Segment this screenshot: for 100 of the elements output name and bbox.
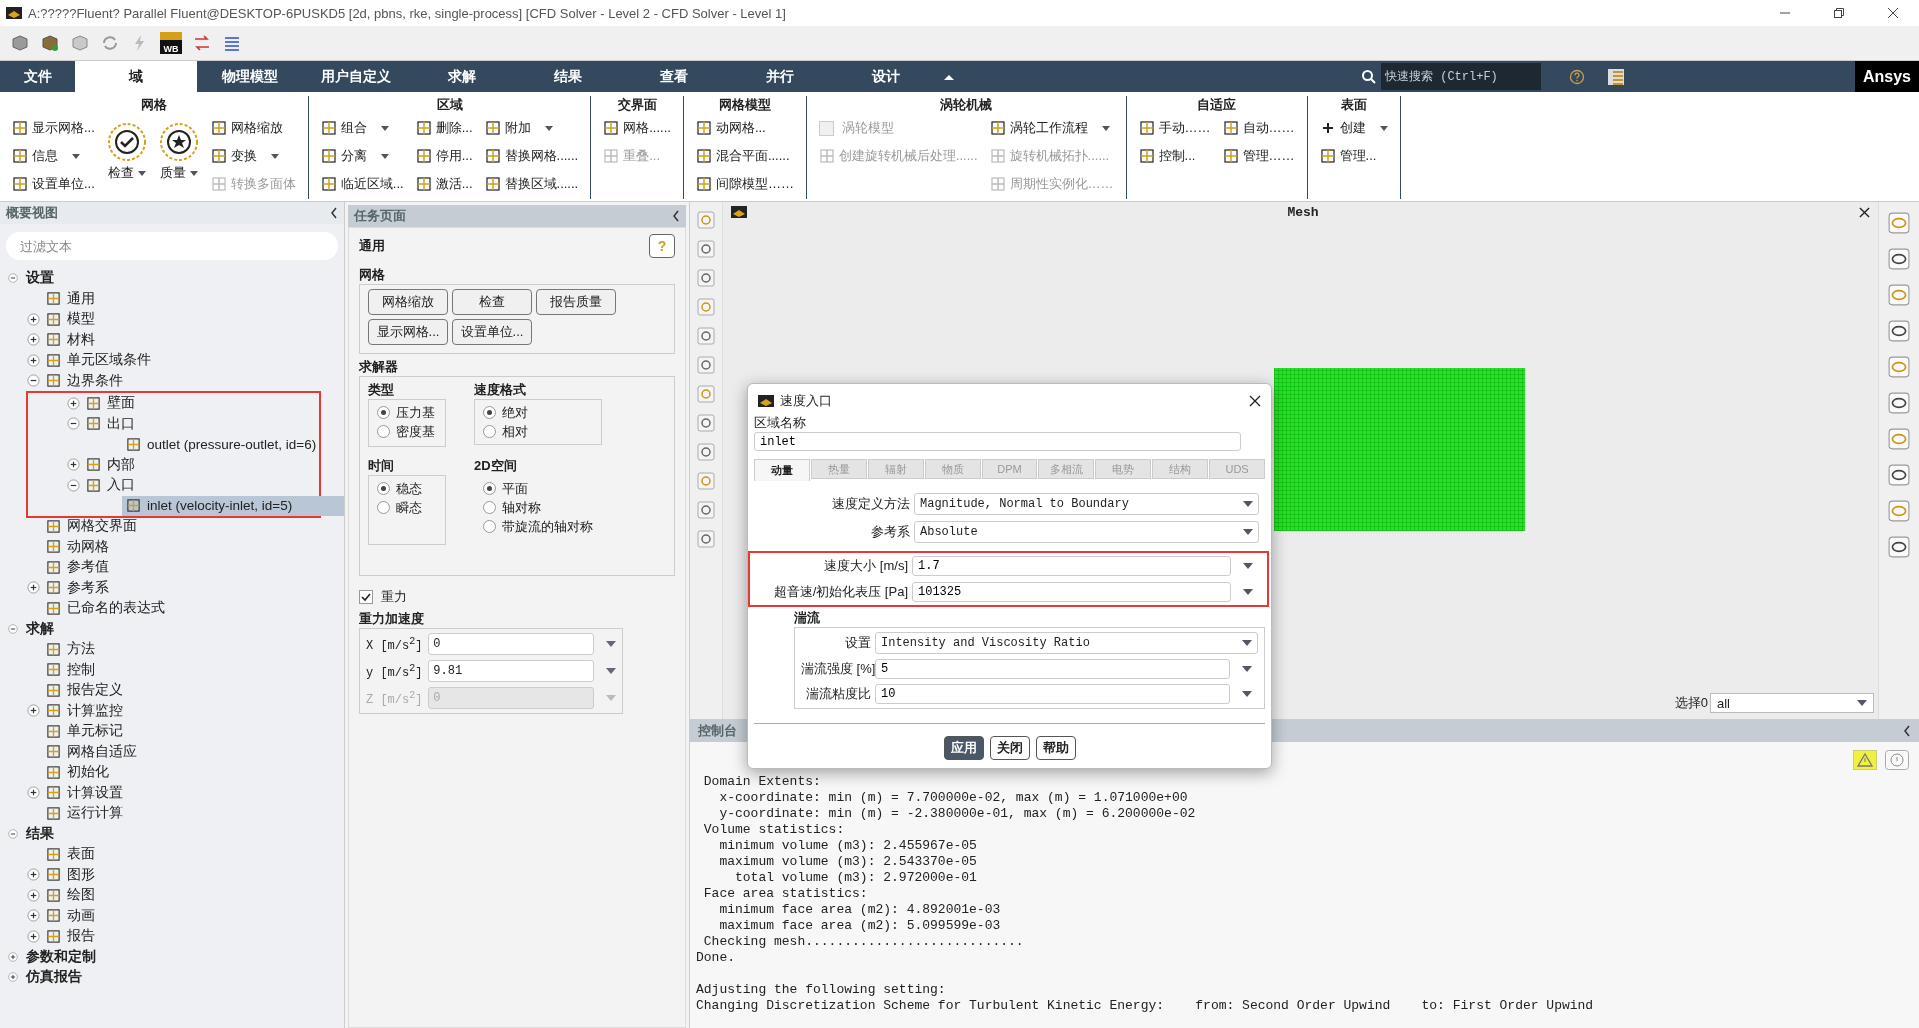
expand-icon[interactable] [26,333,40,347]
ribbon-button[interactable]: 替换网格...... [482,142,581,170]
tree-item[interactable]: 出口 [82,413,139,434]
menu-tab[interactable]: 域 [75,61,197,92]
tree-item[interactable]: 壁面 [82,393,139,414]
expand-icon[interactable] [26,786,40,800]
ribbon-button[interactable]: 替换区域...... [482,170,581,198]
menu-tab[interactable]: 查看 [621,61,727,92]
radio-button[interactable] [483,501,496,514]
number-field[interactable]: 10 [875,684,1230,704]
help-icon[interactable] [1569,68,1585,85]
expand-icon[interactable] [26,353,40,367]
tree-item[interactable]: outlet (pressure-outlet, id=6) [122,434,321,455]
tree-item[interactable]: 方法 [42,639,99,660]
ribbon-button[interactable]: 混合平面...... [693,142,796,170]
task-button[interactable]: 设置单位... [452,319,532,345]
expand-icon[interactable] [26,868,40,882]
dialog-button[interactable]: 帮助 [1035,736,1076,760]
number-field[interactable]: 1.7 [912,556,1231,576]
ribbon-button[interactable]: 手动…… [1136,114,1213,142]
tree-item[interactable]: 网格交界面 [42,516,141,537]
dropdown-arrow-icon[interactable] [606,668,616,674]
ribbon-button[interactable]: 涡轮工作流程 [987,114,1116,142]
tree-item[interactable]: 计算设置 [42,782,127,803]
view-tool-icon[interactable] [696,268,716,288]
number-field[interactable]: 9.81 [428,660,594,682]
expand-icon[interactable] [26,312,40,326]
dropdown-arrow-icon[interactable] [1243,589,1253,595]
workbench-logo[interactable]: WB [160,32,182,54]
radio-button[interactable] [483,406,496,419]
tree-item[interactable]: 图形 [42,864,99,885]
menu-tab[interactable]: 并行 [727,61,833,92]
expand-icon[interactable] [26,888,40,902]
tree-item[interactable]: 仿真报告 [22,967,86,988]
chevron-left-icon[interactable] [672,210,680,222]
tree-item[interactable]: 报告定义 [42,680,127,701]
number-field[interactable]: 0 [428,633,594,655]
menu-tab[interactable]: 求解 [409,61,515,92]
tree-item[interactable]: 内部 [82,454,139,475]
radio-button[interactable] [377,501,390,514]
tree-item[interactable]: 结果 [22,823,58,844]
cube-icon[interactable] [70,33,90,53]
menu-tab[interactable]: 结果 [515,61,621,92]
tree-item[interactable]: 参考值 [42,557,113,578]
tree-item[interactable]: 求解 [22,618,58,639]
tree-item[interactable]: 参考系 [42,577,113,598]
filter-field[interactable]: 过滤文本 [6,232,338,260]
warning-icon[interactable] [1853,750,1877,770]
tree-item[interactable]: 参数和定制 [22,946,100,967]
ribbon-button[interactable]: 临近区域... [318,170,406,198]
ribbon-button[interactable]: 显示网格... [10,114,97,142]
view-tool-icon[interactable] [696,529,716,549]
checkbox[interactable] [359,590,373,604]
view-tool-icon[interactable] [1888,392,1910,414]
tree-item[interactable]: 模型 [42,309,99,330]
ribbon-button[interactable]: 激活... [413,170,475,198]
task-button[interactable]: 检查 [452,289,532,315]
expand-icon[interactable] [26,909,40,923]
cube-icon[interactable] [10,33,30,53]
swap-arrows-icon[interactable] [192,33,212,53]
tree-item[interactable]: 动网格 [42,536,113,557]
view-tool-icon[interactable] [696,355,716,375]
selection-dropdown[interactable]: all [1710,693,1874,713]
view-tool-icon[interactable] [696,239,716,259]
number-field[interactable]: 101325 [912,582,1231,602]
ribbon-button[interactable]: 附加 [482,114,581,142]
dropdown[interactable]: Absolute [914,521,1259,543]
view-tool-icon[interactable] [1888,320,1910,342]
tree-item[interactable]: 设置 [22,268,58,289]
ribbon-button[interactable]: 删除... [413,114,475,142]
ribbon-button[interactable]: 停用... [413,142,475,170]
collapse-ribbon-icon[interactable] [943,72,955,81]
view-tool-icon[interactable] [1888,536,1910,558]
collapse-icon[interactable] [66,417,80,431]
tree-item[interactable]: 计算监控 [42,700,127,721]
ribbon-button[interactable]: 网格...... [601,114,673,142]
radio-button[interactable] [483,520,496,533]
chevron-left-icon[interactable] [1903,725,1911,737]
close-icon[interactable] [1887,7,1899,19]
ribbon-button[interactable]: 间隙模型…… [693,170,796,198]
tree-item[interactable]: 表面 [42,844,99,865]
dropdown-arrow-icon[interactable] [1243,563,1253,569]
task-button[interactable]: 报告质量 [536,289,616,315]
tree-item[interactable]: 单元区域条件 [42,350,155,371]
tree-item[interactable]: 控制 [42,659,99,680]
dropdown[interactable]: Intensity and Viscosity Ratio [875,632,1258,654]
radio-button[interactable] [377,482,390,495]
tree-item[interactable]: 网格自适应 [42,741,141,762]
number-field[interactable]: 5 [875,659,1230,679]
menu-tab[interactable]: 物理模型 [197,61,303,92]
tree-item[interactable]: 绘图 [42,885,99,906]
menu-tab[interactable]: 文件 [0,61,75,92]
view-tool-icon[interactable] [696,413,716,433]
ribbon-button[interactable]: 组合 [318,114,406,142]
expand-icon[interactable] [66,458,80,472]
ribbon-button[interactable]: 设置单位... [10,170,97,198]
task-button[interactable]: 显示网格... [368,319,448,345]
tree-item[interactable]: 入口 [82,475,139,496]
tree-item[interactable]: 动画 [42,905,99,926]
expand-icon[interactable] [66,396,80,410]
